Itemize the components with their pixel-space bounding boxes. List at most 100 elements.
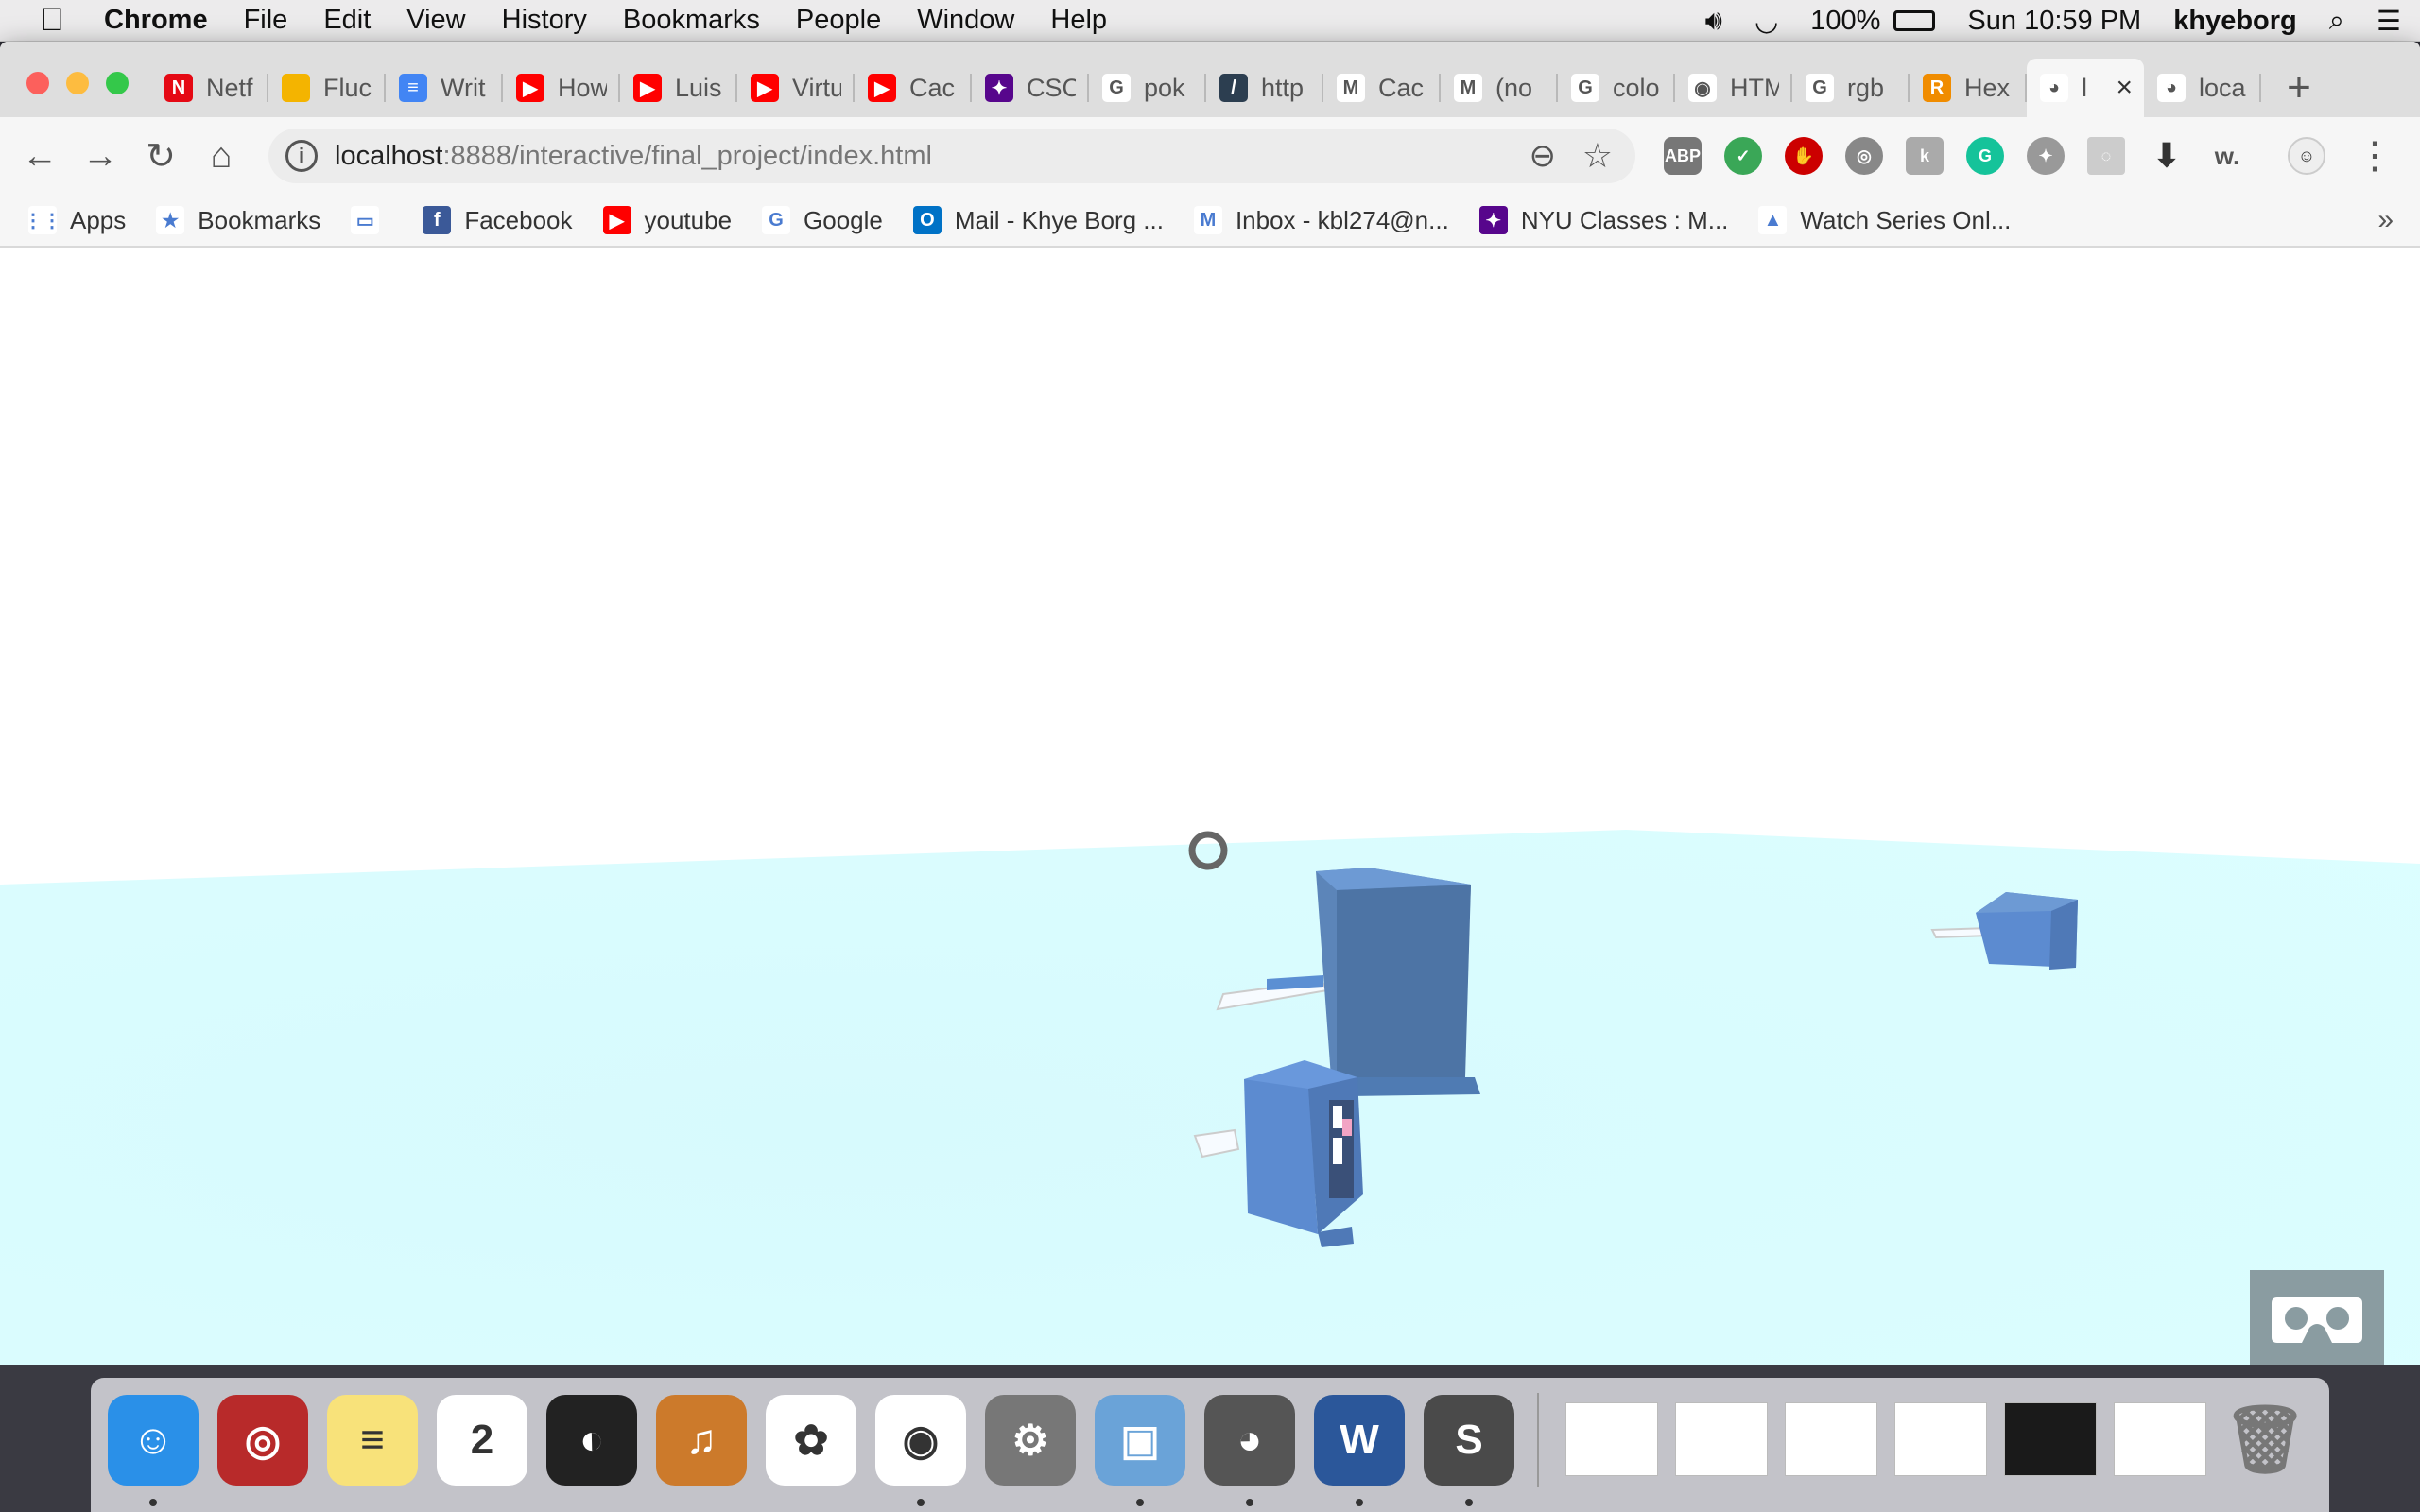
youtube-icon: ▶ <box>751 74 779 102</box>
tab[interactable]: ◉ HTM <box>1675 59 1792 117</box>
menu-file[interactable]: File <box>244 5 288 36</box>
youtube-icon: ▶ <box>602 206 631 234</box>
shield-icon[interactable]: ✓ <box>1724 137 1762 175</box>
adblock-plus-icon[interactable]: ABP <box>1664 137 1702 175</box>
forward-icon[interactable]: → <box>70 136 130 177</box>
tab[interactable]: ◕ loca <box>2144 59 2261 117</box>
menu-bookmarks[interactable]: Bookmarks <box>623 5 760 36</box>
film-reel-icon[interactable]: ◎ <box>1845 137 1883 175</box>
tab[interactable]: ▶ How <box>503 59 620 117</box>
address-bar[interactable]: i localhost:8888/interactive/final_proje… <box>268 129 1635 183</box>
sublime-text-icon[interactable]: S <box>1424 1395 1514 1486</box>
bookmark-item[interactable]: ✦ NYU Classes : M... <box>1478 206 1728 235</box>
zoom-window-button[interactable] <box>106 72 129 94</box>
home-icon[interactable]: ⌂ <box>191 136 251 177</box>
tab[interactable]: R Hex <box>1910 59 2027 117</box>
tab[interactable]: N Netf <box>151 59 268 117</box>
dog-icon[interactable]: ✦ <box>2027 137 2065 175</box>
logic-icon[interactable]: ◐ <box>546 1395 637 1486</box>
bookmark-item[interactable]: G Google <box>762 206 883 235</box>
tab[interactable]: M (no <box>1441 59 1558 117</box>
site-info-icon[interactable]: i <box>285 140 318 172</box>
notification-center-icon[interactable]: ☰ <box>2377 5 2401 38</box>
clock[interactable]: Sun 10:59 PM <box>1967 6 2141 37</box>
bookmark-item[interactable]: M Inbox - kbl274@n... <box>1193 206 1449 235</box>
bookmark-item[interactable]: ⋮⋮ Apps <box>24 206 126 235</box>
download-icon[interactable]: ⬇ <box>2148 137 2186 175</box>
bookmark-item[interactable]: ▲ Watch Series Onl... <box>1758 206 2011 235</box>
close-tab-icon[interactable]: × <box>2116 72 2133 104</box>
minimize-window-button[interactable] <box>66 72 89 94</box>
minimized-window-thumbnail[interactable] <box>2114 1402 2206 1476</box>
gmail-icon: M <box>1193 206 1222 234</box>
tab[interactable]: Grgb <box>1792 59 1910 117</box>
bookmark-item[interactable]: f Facebook <box>423 206 573 235</box>
mamp-icon[interactable]: ◕ <box>1204 1395 1295 1486</box>
minimized-window-thumbnail[interactable] <box>1785 1402 1877 1476</box>
photo-booth-icon[interactable]: ◎ <box>217 1395 308 1486</box>
minimized-window-thumbnail[interactable] <box>1894 1402 1987 1476</box>
running-indicator <box>149 1499 157 1506</box>
ublock-icon[interactable]: ✋ <box>1785 137 1823 175</box>
tab[interactable]: ✦ CSC <box>972 59 1089 117</box>
new-tab-button[interactable]: + <box>2271 59 2327 117</box>
bookmark-item[interactable]: O Mail - Khye Borg ... <box>912 206 1164 235</box>
tab[interactable]: Gpok <box>1089 59 1206 117</box>
calendar-icon[interactable]: 2 <box>437 1395 527 1486</box>
minimized-window-thumbnail[interactable] <box>2004 1402 2097 1476</box>
menu-view[interactable]: View <box>406 5 465 36</box>
scene-canvas[interactable] <box>0 249 2420 1365</box>
wifi-icon[interactable]: ◡ <box>1754 5 1778 38</box>
menu-history[interactable]: History <box>502 5 587 36</box>
close-window-button[interactable] <box>26 72 49 94</box>
menu-window[interactable]: Window <box>917 5 1014 36</box>
tab[interactable]: ▶ Virtu <box>737 59 855 117</box>
notes-icon[interactable]: ≡ <box>327 1395 418 1486</box>
battery-percent[interactable]: 100% <box>1810 6 1880 37</box>
tab[interactable]: ▶ Luis <box>620 59 737 117</box>
word-icon[interactable]: W <box>1314 1395 1405 1486</box>
apple-menu-icon[interactable]:  <box>0 2 104 39</box>
bookmark-label: Watch Series Onl... <box>1800 205 2012 234</box>
menu-app-name[interactable]: Chrome <box>104 5 208 36</box>
minimized-window-thumbnail[interactable] <box>1565 1402 1658 1476</box>
screenshot-icon[interactable]: ◌ <box>2087 137 2125 175</box>
vr-mode-button[interactable] <box>2250 1270 2384 1365</box>
preview-icon[interactable]: ▣ <box>1095 1395 1185 1486</box>
bookmark-item[interactable]: ▶ youtube <box>602 206 732 235</box>
tab[interactable]: M Cac <box>1323 59 1441 117</box>
grammarly-icon[interactable]: G <box>1966 137 2004 175</box>
chrome-icon[interactable]: ◉ <box>875 1395 966 1486</box>
tab[interactable]: ▶ Cac <box>855 59 972 117</box>
w-icon[interactable]: w. <box>2208 137 2246 175</box>
bookmark-item[interactable]: ★ Bookmarks <box>156 206 320 235</box>
menu-people[interactable]: People <box>796 5 881 36</box>
spotlight-icon[interactable]: ⌕ <box>2329 6 2344 37</box>
minimized-window-thumbnail[interactable] <box>1675 1402 1768 1476</box>
profile-avatar[interactable]: ☺ <box>2288 137 2325 175</box>
browser-toolbar: ← → ↻ ⌂ i localhost:8888/interactive/fin… <box>0 117 2420 195</box>
tab[interactable]: / http <box>1206 59 1323 117</box>
bookmark-star-icon[interactable]: ☆ <box>1582 136 1613 176</box>
tab[interactable]: Gcolo <box>1558 59 1675 117</box>
tab[interactable]: ◕ l × <box>2027 59 2144 117</box>
volume-icon[interactable]: 🔊︎ <box>1705 6 1722 37</box>
menu-help[interactable]: Help <box>1050 5 1107 36</box>
bookmark-item[interactable]: ▭ <box>351 206 392 234</box>
garageband-icon[interactable]: ♫ <box>656 1395 747 1486</box>
tab[interactable]: ≡ Writ <box>386 59 503 117</box>
trash-icon[interactable]: 🗑︎ <box>2220 1395 2310 1486</box>
finder-icon[interactable]: ☺ <box>108 1395 199 1486</box>
reload-icon[interactable]: ↻ <box>130 135 191 178</box>
tab[interactable]: Fluc <box>268 59 386 117</box>
menu-edit[interactable]: Edit <box>323 5 371 36</box>
user-name[interactable]: khyeborg <box>2173 6 2297 37</box>
back-icon[interactable]: ← <box>9 136 70 177</box>
photos-icon[interactable]: ✿ <box>766 1395 856 1486</box>
more-menu-icon[interactable]: ⋮ <box>2356 134 2394 178</box>
extension-k-icon[interactable]: k <box>1906 137 1944 175</box>
zoom-icon[interactable]: ⊖ <box>1530 137 1557 175</box>
battery-icon[interactable] <box>1893 10 1936 31</box>
system-preferences-icon[interactable]: ⚙ <box>985 1395 1076 1486</box>
more-bookmarks-icon[interactable]: » <box>2377 204 2394 236</box>
